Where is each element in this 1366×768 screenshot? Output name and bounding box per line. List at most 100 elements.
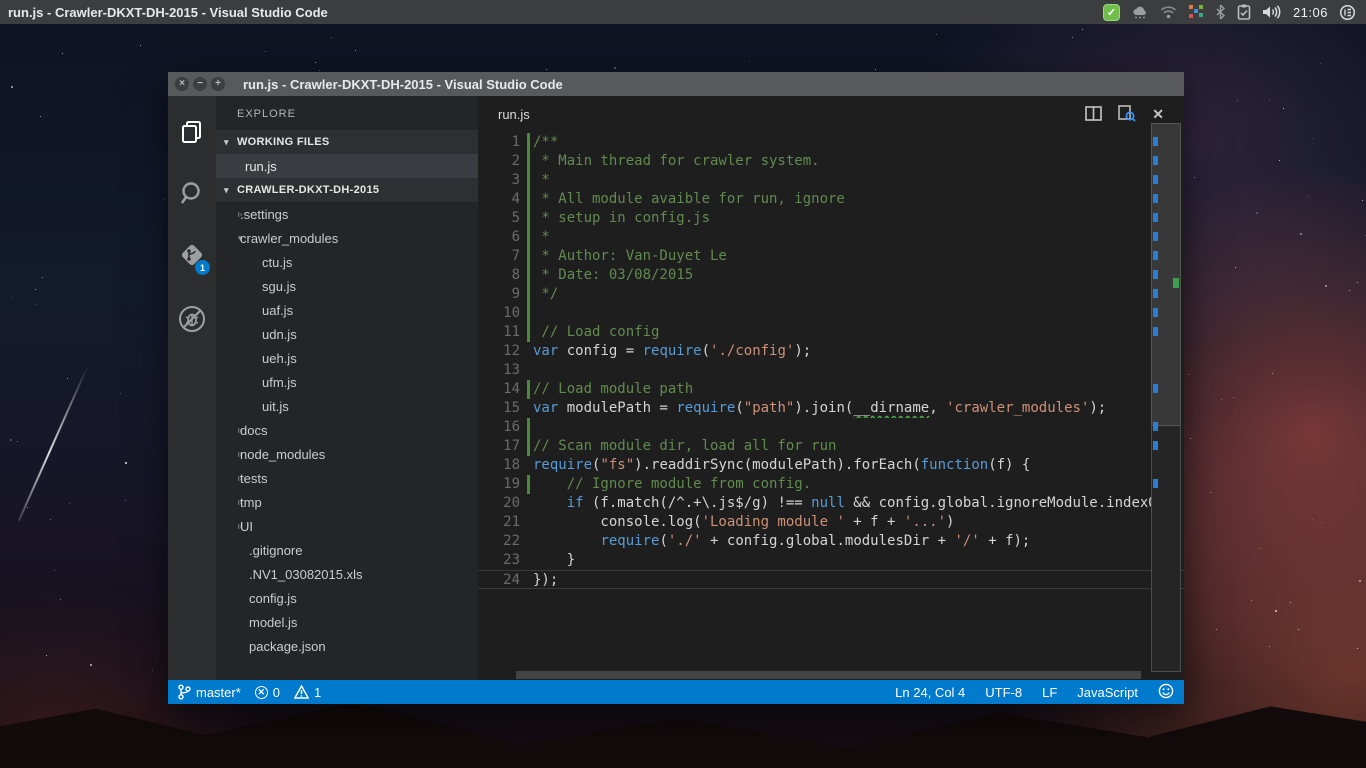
- tree-file--nv1-03082015-xls[interactable]: .NV1_03082015.xls: [216, 562, 478, 586]
- section-project[interactable]: ▾ CRAWLER-DKXT-DH-2015: [216, 178, 478, 202]
- tree-file--gitignore[interactable]: .gitignore: [216, 538, 478, 562]
- git-added-gutter: [527, 228, 530, 247]
- line-number: 17: [478, 437, 520, 456]
- code-line-6[interactable]: 6 *: [478, 228, 1184, 247]
- code-line-23[interactable]: 23 }: [478, 551, 1184, 570]
- gutter: [527, 399, 530, 418]
- section-working-files[interactable]: ▾ WORKING FILES: [216, 130, 478, 154]
- git-added-gutter: [527, 209, 530, 228]
- volume-icon[interactable]: [1262, 4, 1282, 20]
- horizontal-scrollbar-thumb[interactable]: [516, 671, 1141, 679]
- line-number: 22: [478, 532, 520, 551]
- gutter: [527, 551, 530, 570]
- code-line-11[interactable]: 11 // Load config: [478, 323, 1184, 342]
- code-line-18[interactable]: 18require("fs").readdirSync(modulePath).…: [478, 456, 1184, 475]
- code-line-12[interactable]: 12var config = require('./config');: [478, 342, 1184, 361]
- line-number: 6: [478, 228, 520, 247]
- feedback-smiley-icon[interactable]: [1158, 683, 1174, 702]
- tree-folder-node-modules[interactable]: ▹node_modules: [216, 442, 478, 466]
- editor-file-title[interactable]: run.js: [478, 107, 530, 122]
- tree-file-ueh-js[interactable]: ueh.js: [216, 346, 478, 370]
- close-button[interactable]: ×: [175, 77, 189, 91]
- code-line-1[interactable]: 1/**: [478, 133, 1184, 152]
- encoding[interactable]: UTF-8: [985, 685, 1022, 700]
- code-text: require("fs").readdirSync(modulePath).fo…: [533, 456, 1030, 475]
- code-line-15[interactable]: 15var modulePath = require("path").join(…: [478, 399, 1184, 418]
- code-line-19[interactable]: 19 // Ignore module from config.: [478, 475, 1184, 494]
- file-label: ctu.js: [216, 255, 292, 270]
- split-editor-icon[interactable]: [1085, 106, 1102, 124]
- code-line-8[interactable]: 8 * Date: 03/08/2015: [478, 266, 1184, 285]
- warning-count[interactable]: 1: [294, 685, 321, 700]
- close-editor-icon[interactable]: ✕: [1152, 106, 1164, 123]
- gutter: [527, 513, 530, 532]
- tree-file-udn-js[interactable]: udn.js: [216, 322, 478, 346]
- tree-folder-crawler-modules[interactable]: ▾crawler_modules: [216, 226, 478, 250]
- tree-file-ufm-js[interactable]: ufm.js: [216, 370, 478, 394]
- tree-folder-tests[interactable]: ▹tests: [216, 466, 478, 490]
- weather-cloud-icon[interactable]: [1131, 4, 1149, 20]
- code-line-16[interactable]: 16: [478, 418, 1184, 437]
- activity-bar: 1: [168, 96, 216, 680]
- tree-file-model-js[interactable]: model.js: [216, 610, 478, 634]
- session-menu-icon[interactable]: [1339, 4, 1356, 21]
- git-branch-status[interactable]: master*: [177, 684, 241, 700]
- code-text: var modulePath = require("path").join(__…: [533, 399, 1106, 418]
- search-icon[interactable]: [168, 168, 216, 218]
- tree-folder--settings[interactable]: ▹.settings: [216, 202, 478, 226]
- cursor-position[interactable]: Ln 24, Col 4: [895, 685, 965, 700]
- tree-file-ctu-js[interactable]: ctu.js: [216, 250, 478, 274]
- language-mode[interactable]: JavaScript: [1077, 685, 1138, 700]
- code-line-2[interactable]: 2 * Main thread for crawler system.: [478, 152, 1184, 171]
- tree-folder-tmp[interactable]: ▹tmp: [216, 490, 478, 514]
- code-line-20[interactable]: 20 if (f.match(/^.+\.js$/g) !== null && …: [478, 494, 1184, 513]
- git-icon[interactable]: 1: [168, 230, 216, 280]
- code-line-10[interactable]: 10: [478, 304, 1184, 323]
- tree-folder-ui[interactable]: ▹UI: [216, 514, 478, 538]
- tree-file-package-json[interactable]: package.json: [216, 634, 478, 658]
- folder-label: crawler_modules: [238, 231, 338, 246]
- error-count[interactable]: ✕ 0: [255, 685, 280, 700]
- tree-folder-docs[interactable]: ▹docs: [216, 418, 478, 442]
- debug-icon[interactable]: [168, 294, 216, 344]
- line-number: 3: [478, 171, 520, 190]
- code-line-17[interactable]: 17 // Scan module dir, load all for run: [478, 437, 1184, 456]
- window-titlebar[interactable]: × − + run.js - Crawler-DKXT-DH-2015 - Vi…: [168, 72, 1184, 96]
- code-line-21[interactable]: 21 console.log('Loading module ' + f + '…: [478, 513, 1184, 532]
- code-line-3[interactable]: 3 *: [478, 171, 1184, 190]
- tree-file-config-js[interactable]: config.js: [216, 586, 478, 610]
- working-file-item[interactable]: run.js: [216, 154, 478, 178]
- code-text: if (f.match(/^.+\.js$/g) !== null && con…: [533, 494, 1184, 513]
- system-tray: ✓ 21:06: [1103, 0, 1366, 24]
- code-line-5[interactable]: 5 * setup in config.js: [478, 209, 1184, 228]
- code-line-4[interactable]: 4 * All module avaible for run, ignore: [478, 190, 1184, 209]
- eol-indicator[interactable]: LF: [1042, 685, 1057, 700]
- code-text: // Scan module dir, load all for run: [533, 437, 836, 456]
- maximize-button[interactable]: +: [211, 77, 225, 91]
- line-number: 5: [478, 209, 520, 228]
- minimize-button[interactable]: −: [193, 77, 207, 91]
- status-check-icon[interactable]: ✓: [1103, 4, 1120, 21]
- git-added-gutter: [527, 247, 530, 266]
- code-line-22[interactable]: 22 require('./' + config.global.modulesD…: [478, 532, 1184, 551]
- code-line-7[interactable]: 7 * Author: Van-Duyet Le: [478, 247, 1184, 266]
- line-number: 10: [478, 304, 520, 323]
- wifi-icon[interactable]: [1160, 5, 1177, 19]
- explorer-icon[interactable]: [168, 108, 216, 158]
- app-colors-icon[interactable]: [1188, 4, 1204, 20]
- code-line-14[interactable]: 14// Load module path: [478, 380, 1184, 399]
- clock[interactable]: 21:06: [1293, 5, 1328, 20]
- tree-file-uaf-js[interactable]: uaf.js: [216, 298, 478, 322]
- clipboard-icon[interactable]: [1237, 4, 1251, 20]
- code-line-9[interactable]: 9 */: [478, 285, 1184, 304]
- tree-file-uit-js[interactable]: uit.js: [216, 394, 478, 418]
- code-line-13[interactable]: 13: [478, 361, 1184, 380]
- git-added-gutter: [527, 133, 530, 152]
- bluetooth-icon[interactable]: [1215, 4, 1226, 20]
- tree-file-sgu-js[interactable]: sgu.js: [216, 274, 478, 298]
- open-preview-icon[interactable]: [1118, 105, 1136, 125]
- git-added-gutter: [527, 152, 530, 171]
- code-editor[interactable]: 1/**2 * Main thread for crawler system.3…: [478, 133, 1184, 680]
- gutter: [527, 342, 530, 361]
- code-line-24[interactable]: 24});: [478, 570, 1184, 589]
